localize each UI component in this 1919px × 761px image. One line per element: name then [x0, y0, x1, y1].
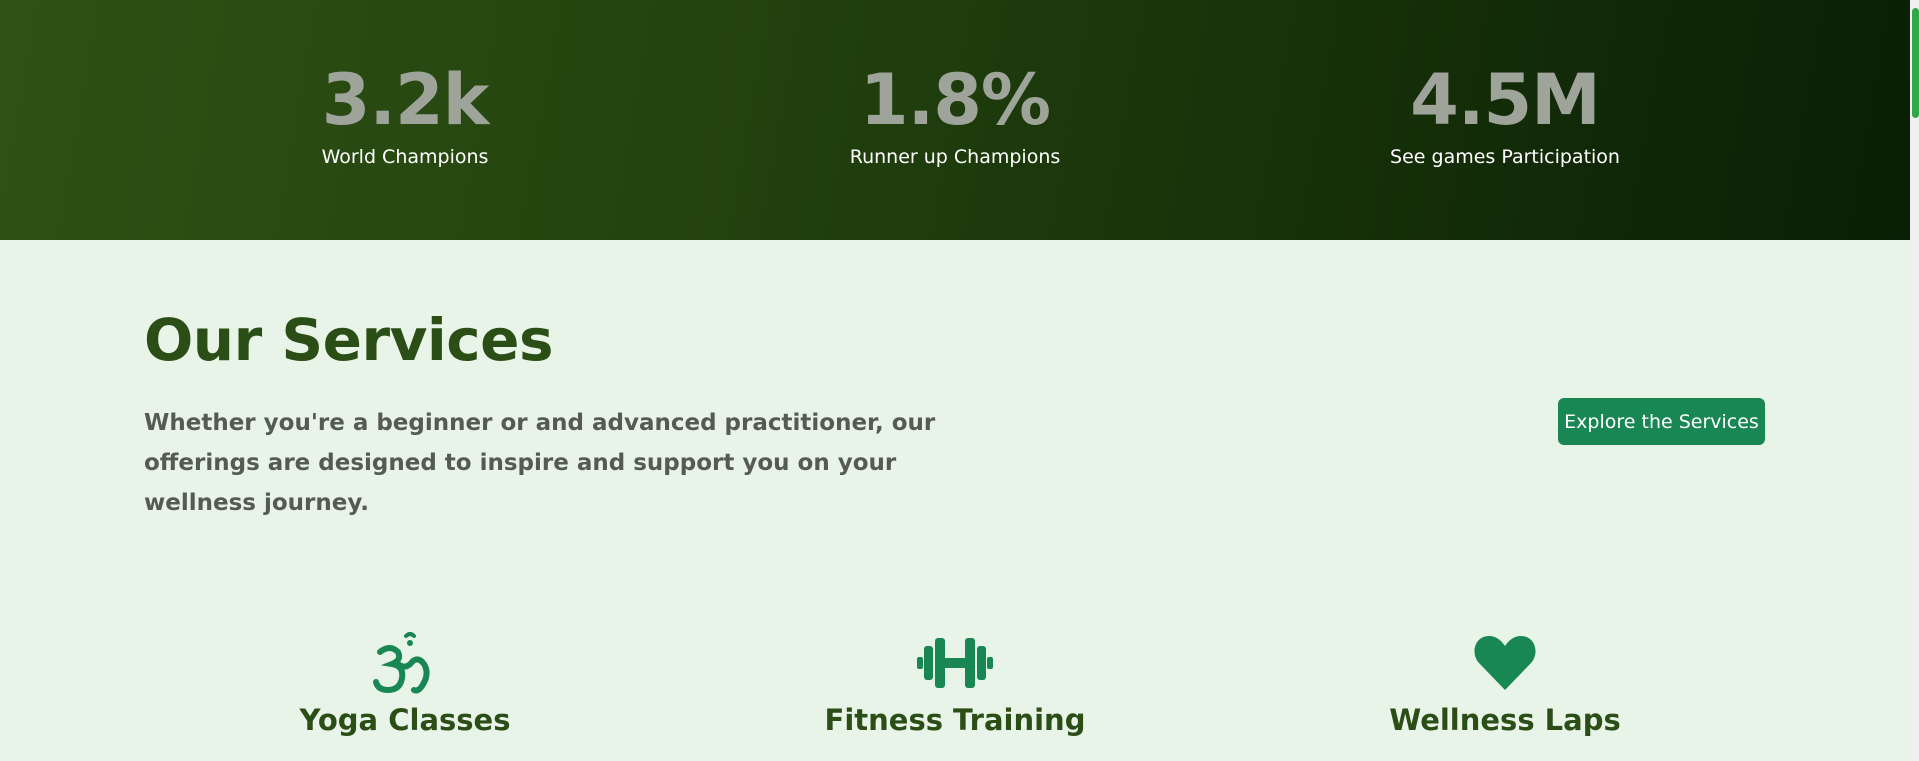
stat-value: 4.5M: [1410, 59, 1601, 141]
dumbbell-icon: [915, 630, 995, 696]
service-title: Fitness Training: [824, 703, 1086, 737]
page: 3.2k World Champions 1.8% Runner up Cham…: [0, 0, 1910, 761]
services-description: Whether you're a beginner or and advance…: [144, 410, 936, 516]
stat-value: 3.2k: [321, 59, 490, 141]
services-heading: Our Services: [144, 306, 554, 374]
stat-label: Runner up Champions: [849, 146, 1061, 168]
scrollbar[interactable]: [1910, 0, 1919, 761]
explore-services-button[interactable]: Explore the Services: [1558, 398, 1765, 445]
scrollbar-thumb[interactable]: [1912, 8, 1919, 118]
stat-label: See games Participation: [1390, 146, 1620, 168]
stat-value: 1.8%: [859, 59, 1051, 141]
om-icon: [365, 630, 445, 696]
heart-icon: [1465, 630, 1545, 696]
service-card-fitness: Fitness Training: [745, 630, 1165, 740]
stat-runner-up-champions: 1.8% Runner up Champions: [745, 56, 1165, 170]
stat-label: World Champions: [321, 146, 489, 168]
service-title: Wellness Laps: [1389, 703, 1621, 737]
stat-games-participation: 4.5M See games Participation: [1295, 56, 1715, 170]
service-title: Yoga Classes: [299, 703, 511, 737]
stats-banner: 3.2k World Champions 1.8% Runner up Cham…: [0, 0, 1910, 240]
stat-world-champions: 3.2k World Champions: [195, 56, 615, 170]
service-card-yoga: Yoga Classes: [195, 630, 615, 740]
service-card-wellness: Wellness Laps: [1295, 630, 1715, 740]
